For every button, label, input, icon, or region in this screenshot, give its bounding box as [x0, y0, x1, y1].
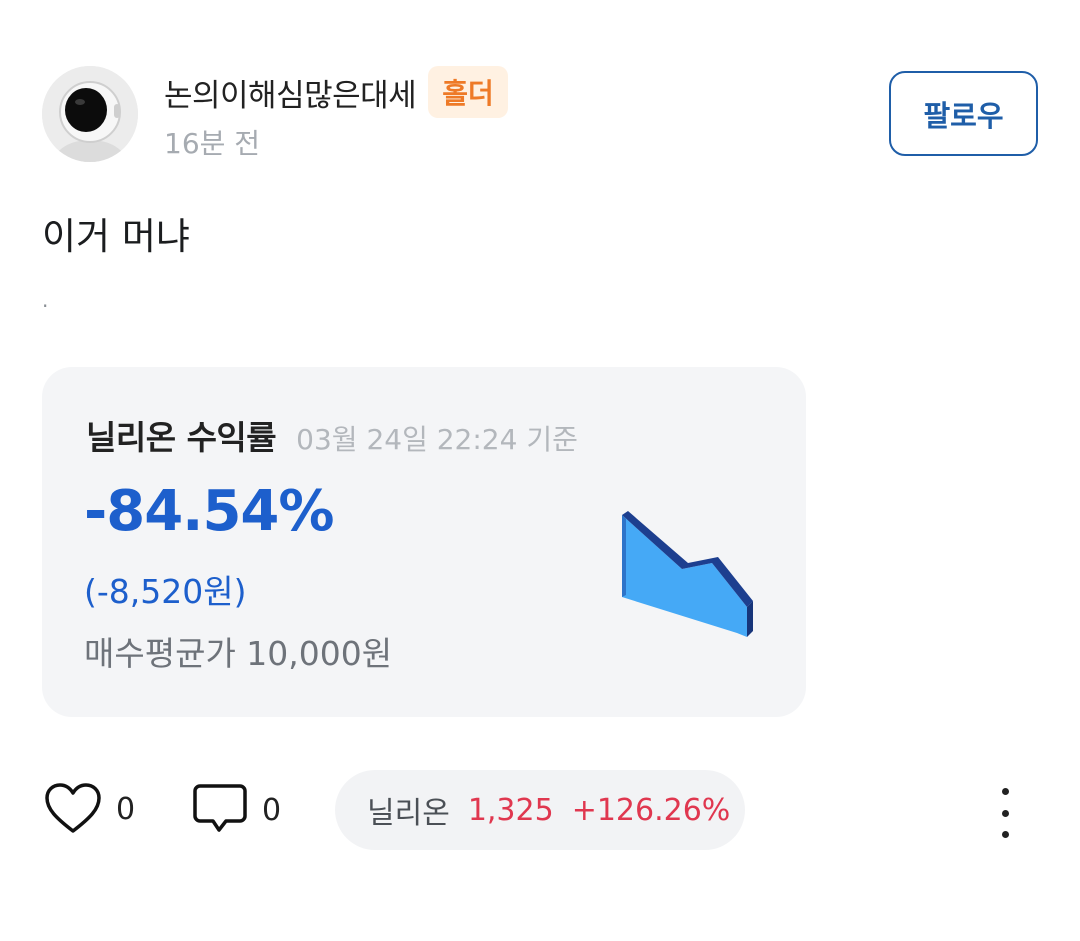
stock-change: +126.26% — [571, 792, 731, 828]
more-options-icon[interactable] — [988, 788, 1022, 838]
astronaut-icon — [42, 66, 138, 162]
action-bar: 0 0 닐리온 1,325 +126.26% — [0, 770, 1080, 850]
return-amount: (-8,520원) — [84, 572, 247, 611]
holder-badge: 홀더 — [428, 66, 508, 118]
comment-count: 0 — [262, 792, 282, 828]
card-title: 닐리온 수익률 — [86, 418, 277, 457]
avatar[interactable] — [42, 66, 138, 162]
average-price: 매수평균가 10,000원 — [84, 634, 393, 673]
comment-button[interactable]: 0 — [192, 782, 281, 838]
falling-chart-icon — [622, 511, 753, 637]
post-body: . — [42, 288, 49, 312]
comment-icon — [193, 784, 247, 832]
like-count: 0 — [116, 791, 136, 827]
post-time: 16분 전 — [164, 127, 261, 160]
author-name[interactable]: 논의이해심많은대세 — [164, 70, 417, 115]
card-date: 03월 24일 22:24 기준 — [296, 423, 578, 456]
like-button[interactable]: 0 — [44, 782, 135, 836]
post-title: 이거 머냐 — [42, 215, 190, 258]
stock-name: 닐리온 — [367, 796, 450, 831]
heart-icon — [45, 783, 101, 833]
return-rate: -84.54% — [84, 479, 334, 544]
follow-button[interactable]: 팔로우 — [889, 71, 1038, 156]
card-header: 닐리온 수익률 03월 24일 22:24 기준 — [86, 411, 578, 459]
stock-chip[interactable]: 닐리온 1,325 +126.26% — [335, 770, 745, 850]
return-card[interactable]: 닐리온 수익률 03월 24일 22:24 기준 -84.54% (-8,520… — [42, 367, 806, 717]
stock-price: 1,325 — [467, 792, 554, 828]
author-row: 논의이해심많은대세 홀더 — [164, 66, 508, 118]
